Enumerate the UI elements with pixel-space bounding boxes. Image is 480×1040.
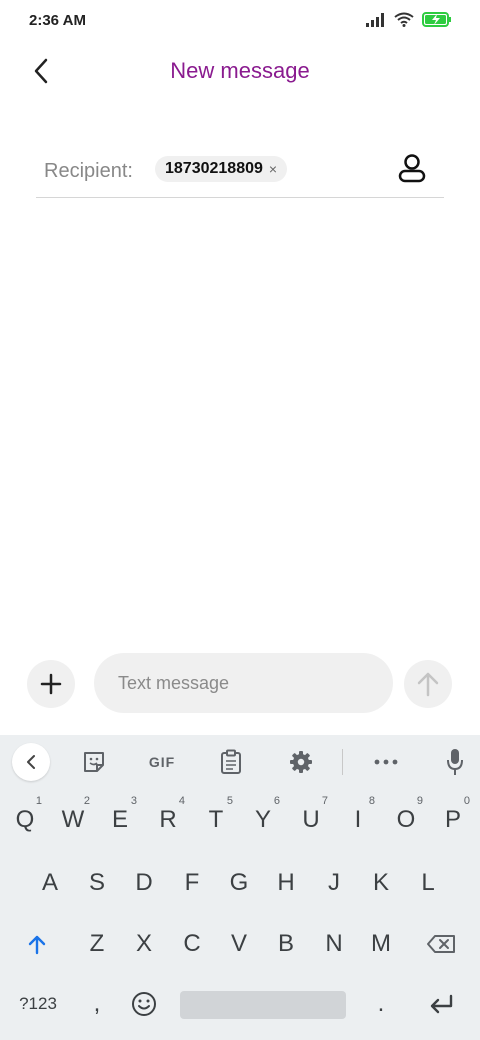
- keyboard-row-1: Q1 W2 E3 R4 T5 Y6 U7 I8 O9 P0: [0, 793, 480, 851]
- space-key[interactable]: [180, 991, 346, 1019]
- status-time: 2:36 AM: [29, 12, 86, 29]
- keyboard-row-3: Z X C V B N M: [0, 917, 480, 975]
- key-a[interactable]: A: [27, 856, 73, 910]
- enter-key[interactable]: [418, 977, 464, 1031]
- settings-button[interactable]: [281, 743, 321, 781]
- backspace-key[interactable]: [418, 917, 464, 971]
- gear-icon: [290, 751, 312, 773]
- contacts-button[interactable]: [394, 150, 430, 186]
- status-bar: 2:36 AM: [0, 0, 480, 44]
- message-input[interactable]: [94, 653, 393, 713]
- keyboard-row-2: A S D F G H J K L: [0, 856, 480, 914]
- key-s[interactable]: S: [74, 856, 120, 910]
- key-p[interactable]: P0: [430, 793, 476, 847]
- enter-icon: [430, 994, 453, 1014]
- mic-icon: [447, 749, 463, 775]
- person-icon: [398, 154, 426, 183]
- clipboard-icon: [221, 749, 241, 774]
- composer: [0, 652, 480, 714]
- mic-button[interactable]: [435, 743, 475, 781]
- key-g[interactable]: G: [216, 856, 262, 910]
- keyboard-row-bottom: ?123 , .: [0, 977, 480, 1035]
- key-e[interactable]: E3: [97, 793, 143, 847]
- symbols-key[interactable]: ?123: [12, 977, 64, 1031]
- battery-charging-icon: [422, 12, 452, 27]
- key-f[interactable]: F: [169, 856, 215, 910]
- key-k[interactable]: K: [358, 856, 404, 910]
- shift-arrow-icon: [28, 935, 46, 955]
- key-o[interactable]: O9: [383, 793, 429, 847]
- key-t[interactable]: T5: [193, 793, 239, 847]
- shift-key[interactable]: [14, 917, 60, 971]
- key-n[interactable]: N: [311, 917, 357, 971]
- plus-icon: [40, 673, 62, 695]
- chevron-left-icon: [27, 755, 35, 769]
- key-d[interactable]: D: [121, 856, 167, 910]
- key-q[interactable]: Q1: [2, 793, 48, 847]
- key-h[interactable]: H: [263, 856, 309, 910]
- emoji-icon: [132, 992, 156, 1016]
- sticker-button[interactable]: [74, 743, 114, 781]
- chip-remove-icon[interactable]: ×: [269, 162, 277, 176]
- key-l[interactable]: L: [405, 856, 451, 910]
- keyboard: GIF Q 1 W 2 E 3 R 4 T 5 Y 6 U 7 I 8 O 9 …: [0, 735, 480, 1040]
- recipient-label: Recipient:: [44, 160, 133, 182]
- gif-label: GIF: [148, 754, 176, 770]
- key-i[interactable]: I8: [335, 793, 381, 847]
- toolbar-divider: [342, 749, 343, 775]
- header: New message: [0, 44, 480, 100]
- gif-button[interactable]: GIF: [142, 743, 182, 781]
- key-z[interactable]: Z: [74, 917, 120, 971]
- keyboard-collapse-button[interactable]: [12, 743, 50, 781]
- keyboard-toolbar: GIF: [0, 735, 480, 789]
- clipboard-button[interactable]: [211, 743, 251, 781]
- emoji-key[interactable]: [121, 977, 167, 1031]
- recipient-chip[interactable]: 18730218809 ×: [155, 156, 288, 182]
- page-title: New message: [170, 58, 310, 83]
- key-r[interactable]: R4: [145, 793, 191, 847]
- more-icon: [374, 759, 398, 765]
- more-button[interactable]: [366, 743, 406, 781]
- comma-key[interactable]: ,: [74, 977, 120, 1031]
- backspace-icon: [427, 935, 455, 953]
- recipient-chip-text: 18730218809: [165, 160, 263, 177]
- wifi-icon: [394, 12, 414, 27]
- arrow-up-icon: [417, 672, 439, 697]
- period-key[interactable]: .: [358, 977, 404, 1031]
- signal-icon: [366, 12, 386, 27]
- attach-button[interactable]: [27, 660, 75, 708]
- sticker-icon: [84, 752, 104, 772]
- key-u[interactable]: U7: [288, 793, 334, 847]
- key-j[interactable]: J: [311, 856, 357, 910]
- key-x[interactable]: X: [121, 917, 167, 971]
- recipient-row[interactable]: Recipient: 18730218809 ×: [36, 140, 444, 198]
- status-icons: [366, 12, 452, 27]
- key-b[interactable]: B: [263, 917, 309, 971]
- key-m[interactable]: M: [358, 917, 404, 971]
- key-c[interactable]: C: [169, 917, 215, 971]
- key-y[interactable]: Y6: [240, 793, 286, 847]
- send-button[interactable]: [404, 660, 452, 708]
- key-v[interactable]: V: [216, 917, 262, 971]
- key-w[interactable]: W2: [50, 793, 96, 847]
